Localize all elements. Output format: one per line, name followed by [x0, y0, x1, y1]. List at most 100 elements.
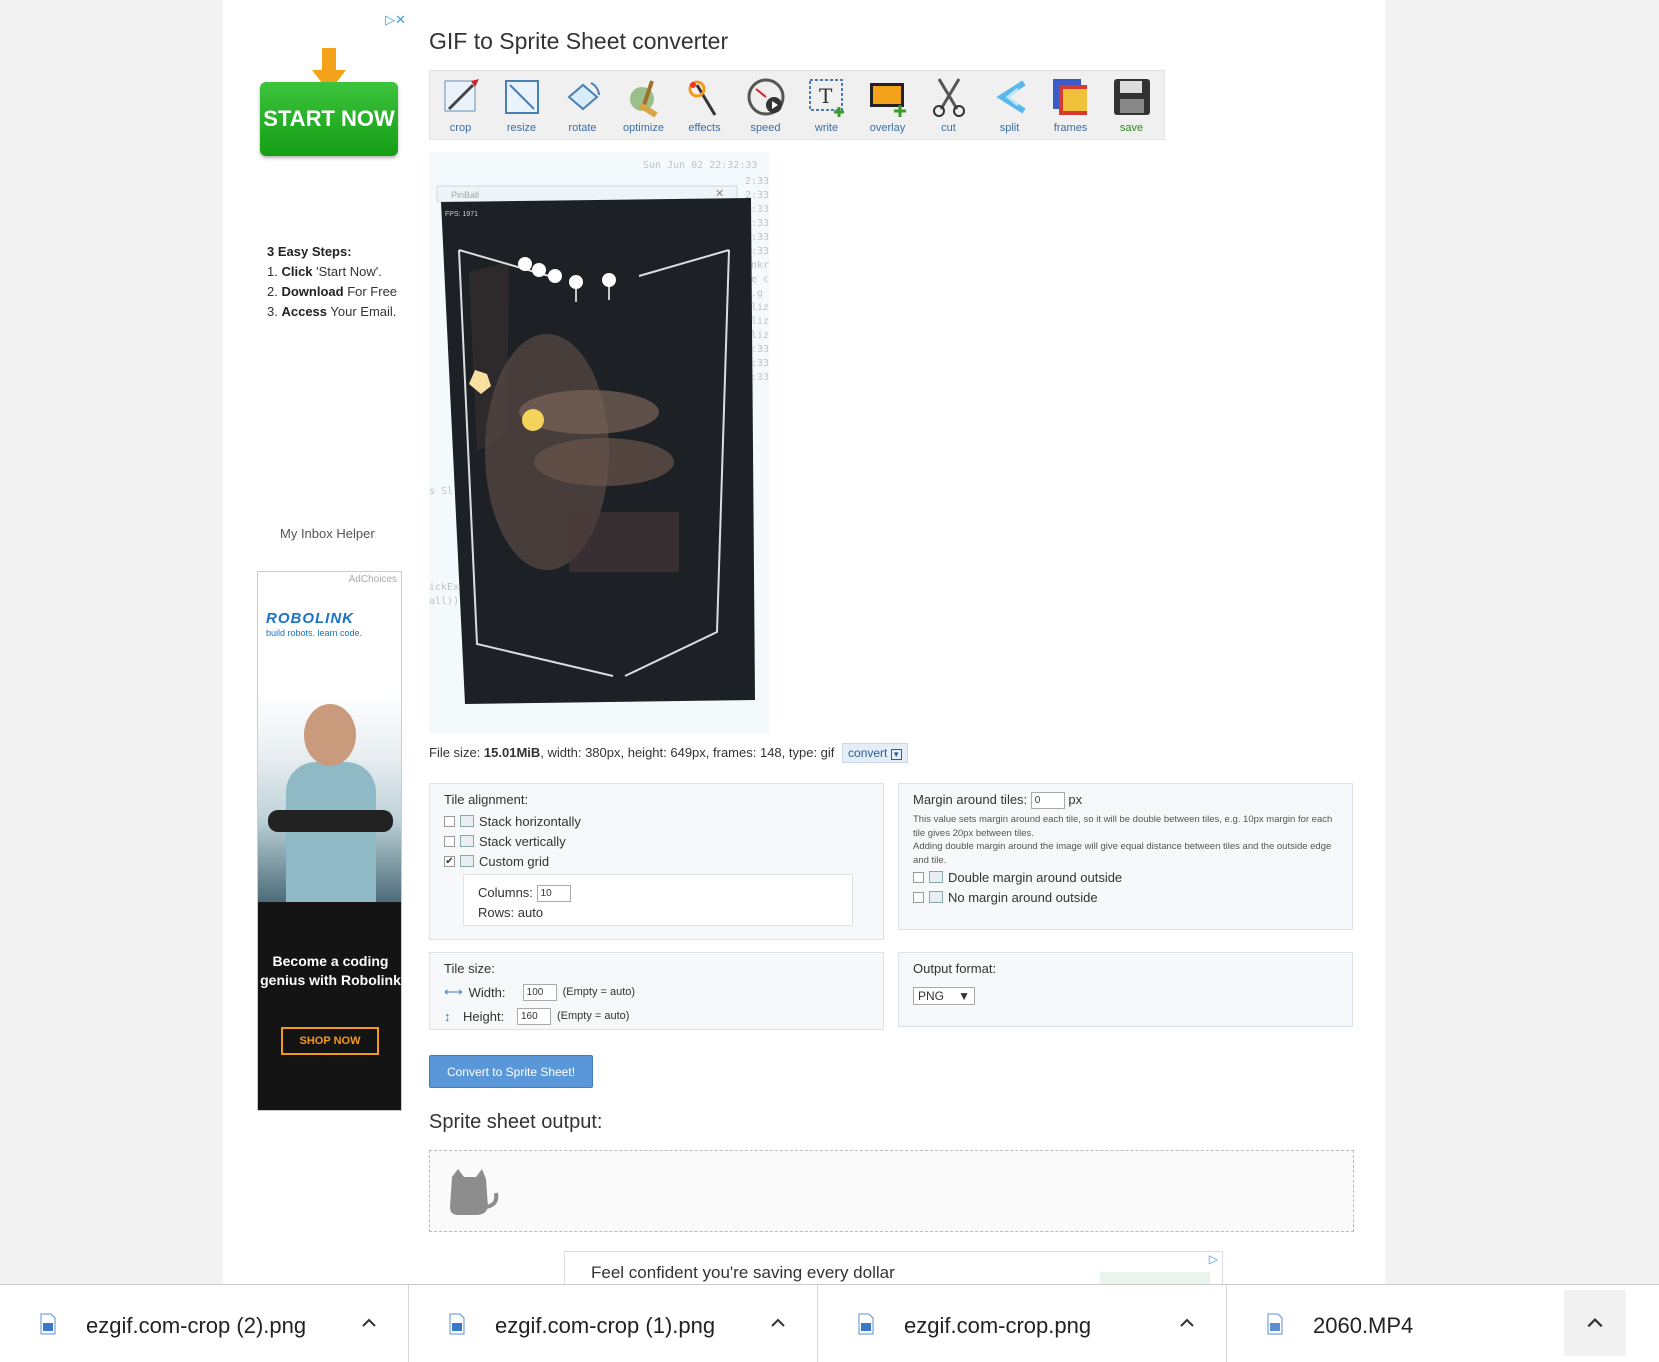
output-format-panel: Output format: PNG ▼	[898, 952, 1353, 1027]
chevron-up-icon[interactable]	[770, 1315, 786, 1331]
resize-icon	[504, 80, 539, 114]
robolink-tagline: build robots. learn code.	[266, 628, 363, 638]
save-icon	[1113, 79, 1150, 115]
gif-frame: Sun Jun 02 22:32:33 2:332:332:33 2:332:3…	[429, 152, 769, 734]
svg-text:all)): all))	[429, 596, 459, 607]
download-item[interactable]: ezgif.com-crop.png	[818, 1285, 1227, 1362]
margin-input[interactable]: 0	[1030, 792, 1065, 810]
margin-row: Margin around tiles: 0 px	[913, 792, 1338, 811]
download-filename: ezgif.com-crop (2).png	[86, 1313, 307, 1338]
checkbox[interactable]	[913, 871, 924, 883]
width-row: ⟷ Width: 100 (Empty = auto)	[444, 983, 636, 1001]
margin-panel: Margin around tiles: 0 px This value set…	[898, 783, 1353, 930]
steps-heading: 3 Easy Steps:	[267, 244, 352, 259]
tool-optimize[interactable]: optimize	[613, 71, 674, 139]
option-custom-grid[interactable]: ✔ Custom grid	[444, 851, 869, 871]
margin-unit: px	[1068, 792, 1083, 807]
download-item[interactable]: ezgif.com-crop (2).png	[0, 1285, 409, 1362]
overlay-icon	[869, 83, 906, 117]
crop-icon	[444, 79, 479, 112]
convert-to-sprite-sheet-button[interactable]: Convert to Sprite Sheet!	[429, 1055, 593, 1088]
split-icon	[995, 80, 1026, 114]
main-content: ▷✕ START NOW 3 Easy Steps: 1. Click 'Sta…	[223, 0, 1385, 1291]
image-file-icon	[449, 1313, 465, 1335]
speed-icon	[747, 78, 784, 116]
robolink-logo: ROBOLINK	[266, 610, 354, 627]
convert-link[interactable]: convert ▼	[842, 743, 908, 763]
step-item: 1. Click 'Start Now'.	[267, 264, 382, 279]
fps-text: FPS: 1971	[445, 211, 478, 218]
tool-label: crop	[449, 122, 472, 134]
optimize-icon	[629, 80, 658, 118]
margin-note-1: This value sets margin around each tile,…	[913, 814, 1333, 839]
chevron-up-icon	[1587, 1318, 1603, 1328]
bottom-ad-text: Feel confident you're saving every dolla…	[591, 1263, 895, 1282]
height-row: ↕ Height: 160 (Empty = auto)	[444, 1007, 630, 1025]
tool-resize[interactable]: resize	[491, 71, 552, 139]
tool-label: optimize	[623, 122, 664, 134]
tool-overlay[interactable]: overlay	[857, 71, 918, 139]
robolink-headline: Become a coding genius with Robolink	[260, 953, 401, 988]
option-stack-horizontally[interactable]: Stack horizontally	[444, 811, 869, 831]
gif-preview-image: Sun Jun 02 22:32:33 2:33 2:33 2:33 2:33 2:3…	[429, 152, 769, 734]
tool-label: speed	[750, 122, 781, 134]
download-item[interactable]: ezgif.com-crop (1).png	[409, 1285, 818, 1362]
tool-label: frames	[1053, 122, 1088, 134]
tool-cut[interactable]: cut	[918, 71, 979, 139]
rows-label: Rows:	[478, 905, 515, 920]
checkbox[interactable]	[444, 815, 455, 827]
image-file-icon	[40, 1313, 56, 1335]
ad-close-icon[interactable]: ▷✕	[385, 12, 406, 28]
checkbox[interactable]	[913, 891, 924, 903]
tool-split[interactable]: split	[979, 71, 1040, 139]
download-item[interactable]: 2060.MP4	[1227, 1285, 1547, 1362]
tile-alignment-panel: Tile alignment: Stack horizontally Stack…	[429, 783, 884, 940]
ad-choices-icon[interactable]: ▷	[1209, 1252, 1218, 1266]
chevron-up-icon[interactable]	[361, 1315, 377, 1331]
tool-frames[interactable]: frames	[1040, 71, 1101, 139]
output-title: Sprite sheet output:	[429, 1111, 603, 1133]
downloads-expand-button[interactable]	[1564, 1290, 1626, 1356]
tool-save[interactable]: save	[1101, 71, 1162, 139]
checkbox[interactable]	[444, 835, 455, 847]
stack-horizontal-icon	[460, 815, 474, 827]
robolink-ad[interactable]: AdChoices ROBOLINK build robots. learn c…	[257, 571, 402, 1111]
width-arrow-icon: ⟷	[444, 984, 463, 999]
start-now-button[interactable]: START NOW	[260, 82, 398, 156]
adchoices-label[interactable]: AdChoices	[349, 574, 397, 585]
option-double-margin[interactable]: Double margin around outside	[913, 867, 1338, 887]
tool-label: write	[814, 122, 839, 134]
chevron-up-icon[interactable]	[1179, 1315, 1195, 1331]
tool-crop[interactable]: crop	[430, 71, 491, 139]
option-stack-vertically[interactable]: Stack vertically	[444, 831, 869, 851]
dropdown-arrow-icon: ▼	[958, 989, 970, 1003]
checkbox-checked[interactable]: ✔	[444, 855, 455, 867]
output-format-select[interactable]: PNG ▼	[913, 987, 975, 1005]
no-margin-icon	[929, 891, 943, 903]
shop-now-button[interactable]: SHOP NOW	[281, 1027, 379, 1055]
tool-effects[interactable]: effects	[674, 71, 735, 139]
option-no-margin[interactable]: No margin around outside	[913, 887, 1338, 907]
svg-text:T: T	[819, 84, 833, 108]
tool-label: rotate	[568, 122, 597, 134]
cat-placeholder-icon	[450, 1169, 499, 1215]
tile-size-heading: Tile size:	[444, 961, 495, 976]
tile-width-input[interactable]: 100	[522, 983, 557, 1001]
margin-label: Margin around tiles:	[913, 792, 1028, 807]
tool-speed[interactable]: speed	[735, 71, 796, 139]
tool-write[interactable]: T write	[796, 71, 857, 139]
tool-rotate[interactable]: rotate	[552, 71, 613, 139]
download-filename: ezgif.com-crop (1).png	[495, 1313, 716, 1338]
stack-vertical-icon	[460, 835, 474, 847]
columns-label: Columns:	[478, 885, 533, 900]
tool-label: effects	[688, 122, 721, 134]
sprite-output-box	[429, 1150, 1354, 1232]
tile-height-input[interactable]: 160	[517, 1007, 551, 1025]
tile-alignment-heading: Tile alignment:	[444, 792, 529, 807]
svg-text:ickEx: ickEx	[429, 582, 459, 593]
tile-size-panel: Tile size: ⟷ Width: 100 (Empty = auto) ↕…	[429, 952, 884, 1030]
ad-sponsor[interactable]: My Inbox Helper	[280, 526, 375, 541]
svg-text:2:33: 2:33	[745, 176, 769, 187]
tool-label: save	[1119, 122, 1144, 134]
columns-input[interactable]: 10	[536, 885, 571, 903]
